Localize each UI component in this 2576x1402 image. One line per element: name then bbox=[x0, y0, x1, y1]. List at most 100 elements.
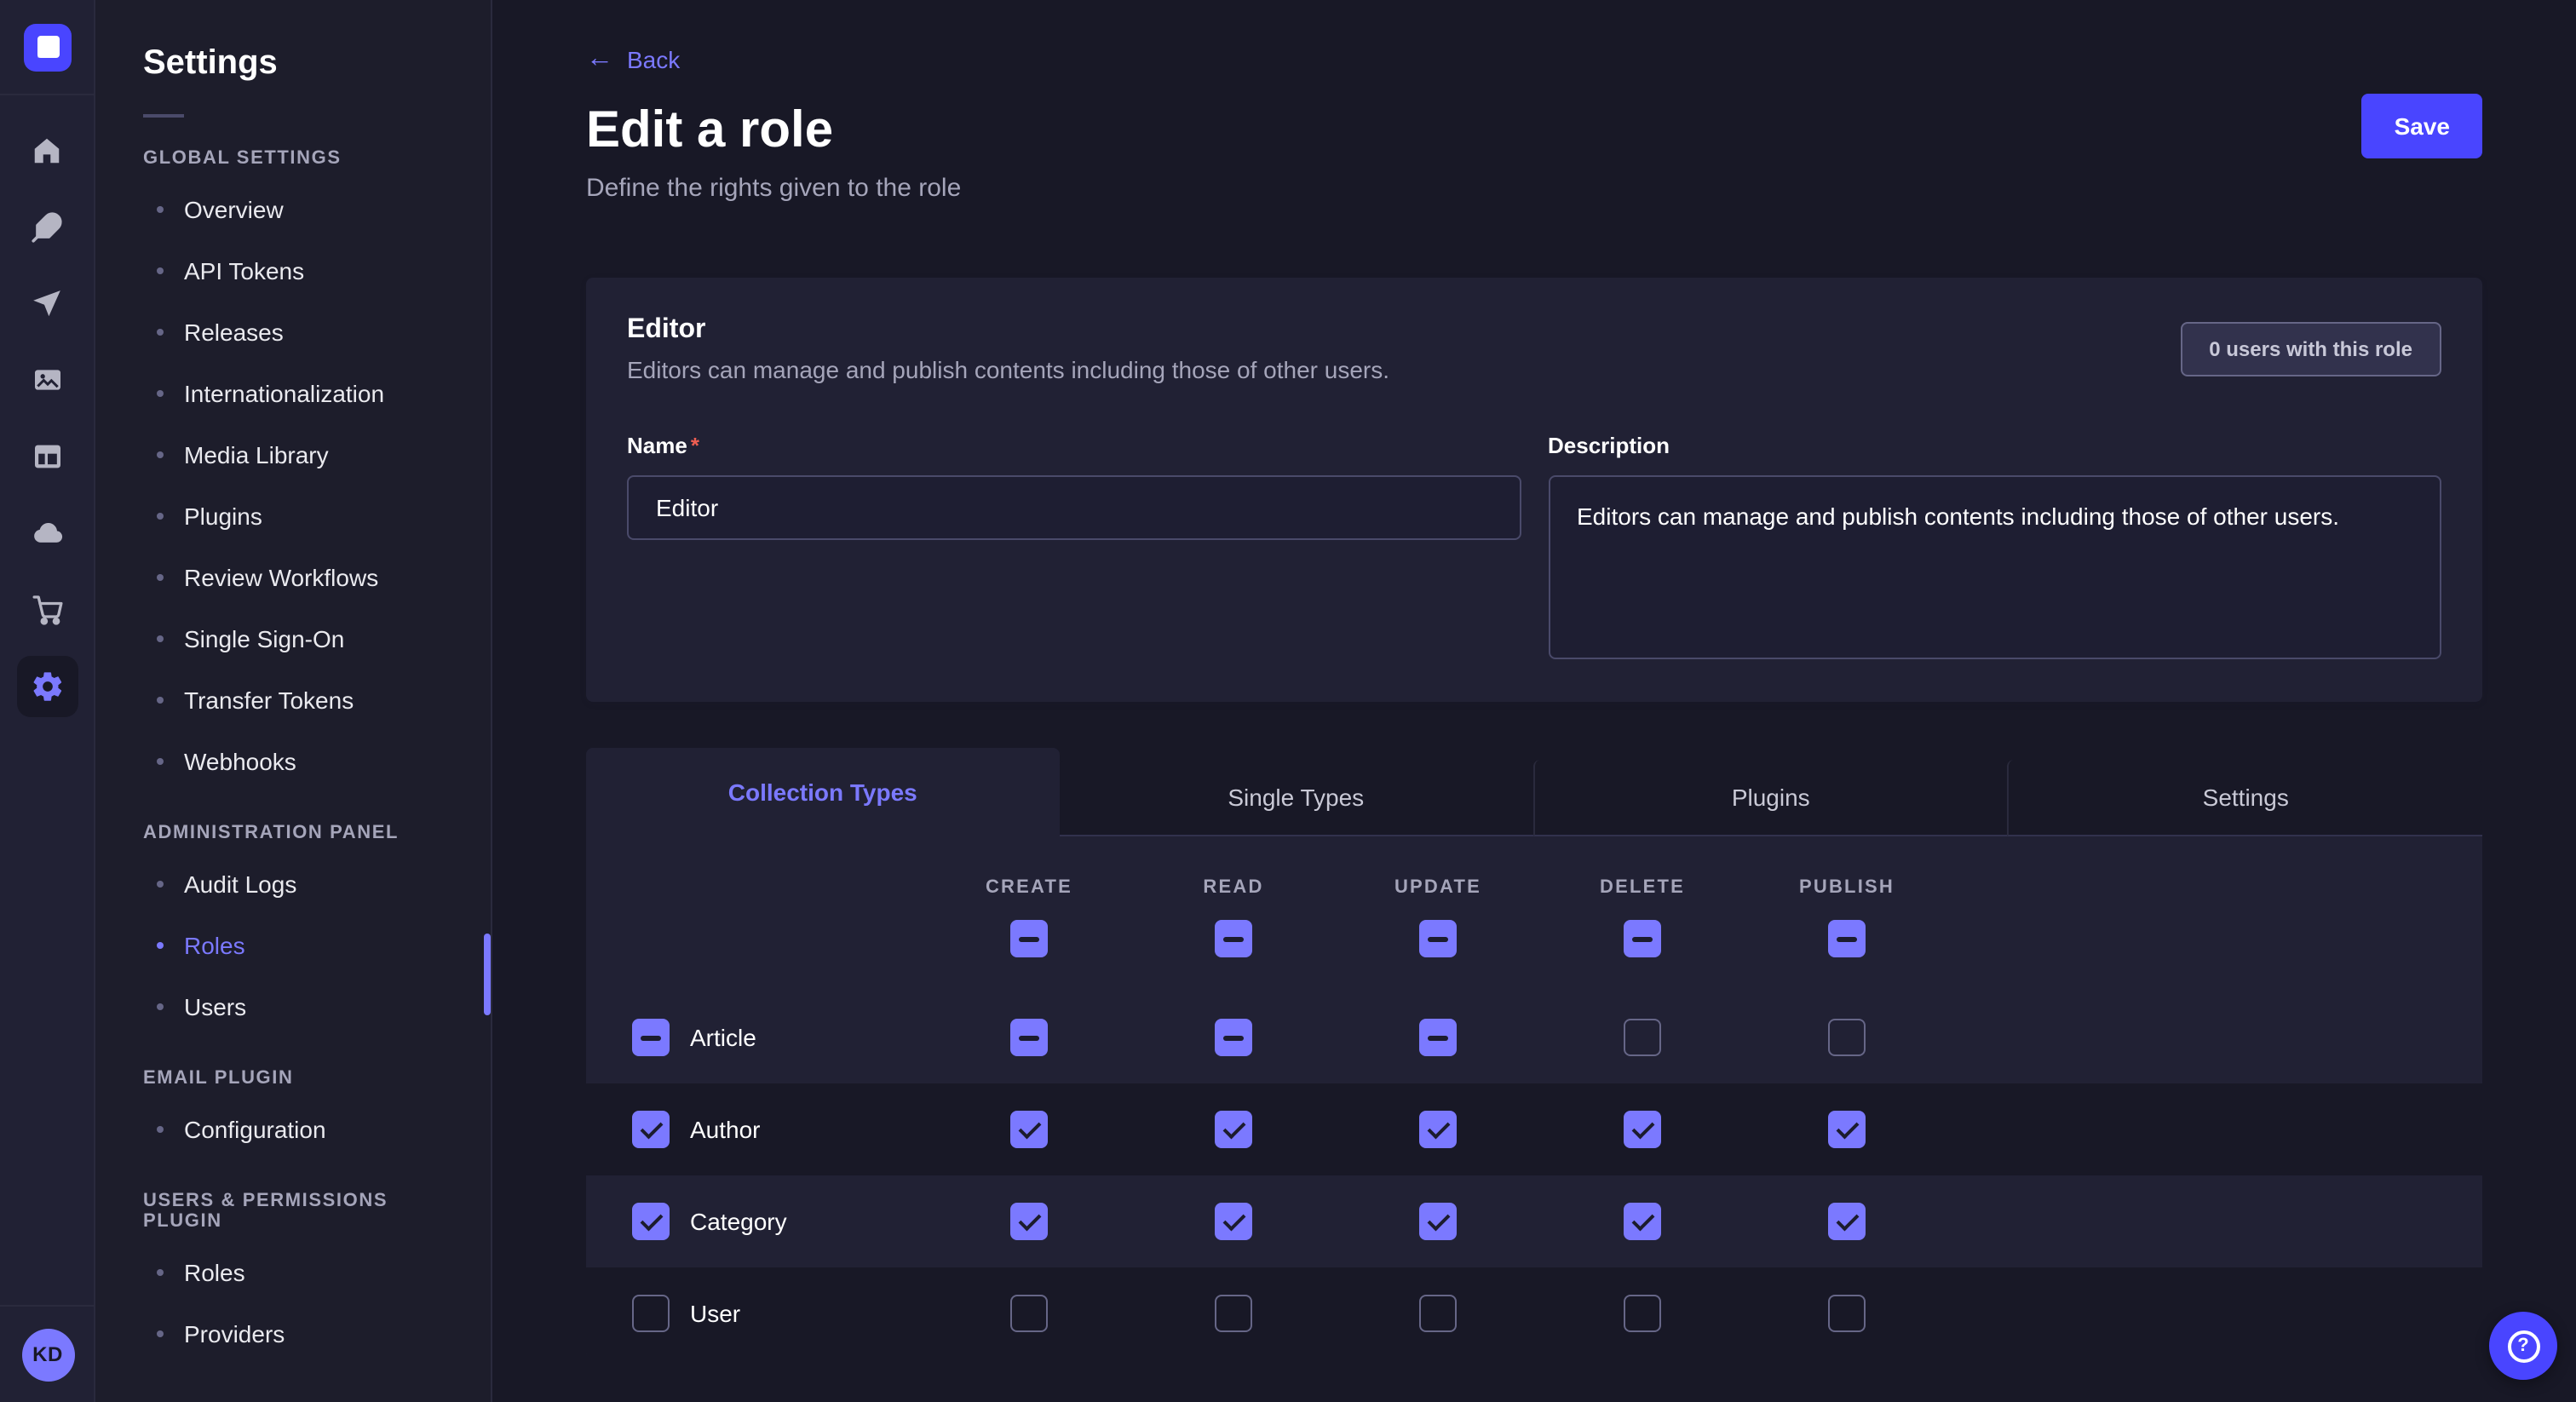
subnav-section-title: EMAIL PLUGIN bbox=[143, 1068, 443, 1089]
row-checkbox-user[interactable] bbox=[632, 1295, 670, 1332]
author-update-checkbox[interactable] bbox=[1419, 1111, 1457, 1148]
sidebar-media-library-button[interactable] bbox=[16, 349, 78, 411]
subnav-item-label: Releases bbox=[184, 319, 284, 346]
subnav-item-releases[interactable]: Releases bbox=[95, 302, 491, 363]
row-checkbox-article[interactable] bbox=[632, 1019, 670, 1056]
sidebar-content-type-builder-button[interactable] bbox=[16, 426, 78, 487]
tab-settings[interactable]: Settings bbox=[2008, 760, 2483, 836]
subnav-item-plugins[interactable]: Plugins bbox=[95, 486, 491, 547]
subnav-item-label: Users bbox=[184, 993, 246, 1020]
user-delete-checkbox[interactable] bbox=[1624, 1295, 1661, 1332]
bullet-icon bbox=[157, 267, 164, 274]
sidebar-deploy-button[interactable] bbox=[16, 503, 78, 564]
back-label: Back bbox=[627, 46, 680, 73]
tab-plugins[interactable]: Plugins bbox=[1532, 760, 2008, 836]
subnav-item-label: Overview bbox=[184, 196, 284, 223]
bullet-icon bbox=[157, 881, 164, 888]
subnav-section-title: USERS & PERMISSIONS PLUGIN bbox=[143, 1191, 443, 1232]
workspace-logo-button[interactable] bbox=[0, 0, 95, 95]
bullet-icon bbox=[157, 451, 164, 458]
subnav-item-webhooks[interactable]: Webhooks bbox=[95, 731, 491, 792]
subnav-item-users[interactable]: Users bbox=[95, 976, 491, 1037]
article-read-checkbox[interactable] bbox=[1215, 1019, 1252, 1056]
subnav-section-title: GLOBAL SETTINGS bbox=[143, 148, 443, 169]
name-field-label: Name* bbox=[627, 433, 699, 458]
user-publish-checkbox[interactable] bbox=[1828, 1295, 1866, 1332]
category-publish-checkbox[interactable] bbox=[1828, 1203, 1866, 1240]
select-all-read-checkbox[interactable] bbox=[1215, 920, 1252, 957]
column-header-create: CREATE bbox=[986, 877, 1072, 898]
article-create-checkbox[interactable] bbox=[1010, 1019, 1048, 1056]
bullet-icon bbox=[157, 329, 164, 336]
article-update-checkbox[interactable] bbox=[1419, 1019, 1457, 1056]
subnav-item-label: Plugins bbox=[184, 503, 262, 530]
row-label[interactable]: User bbox=[690, 1300, 740, 1327]
select-all-delete-checkbox[interactable] bbox=[1624, 920, 1661, 957]
subnav-item-review-workflows[interactable]: Review Workflows bbox=[95, 547, 491, 608]
subnav-section-title: ADMINISTRATION PANEL bbox=[143, 823, 443, 843]
article-delete-checkbox[interactable] bbox=[1624, 1019, 1661, 1056]
subnav-item-api-tokens[interactable]: API Tokens bbox=[95, 240, 491, 302]
back-link[interactable]: ← Back bbox=[586, 46, 680, 73]
subnav-section-email-plugin: EMAIL PLUGIN Configuration bbox=[95, 1068, 491, 1160]
row-checkbox-category[interactable] bbox=[632, 1203, 670, 1240]
sidebar-home-button[interactable] bbox=[16, 119, 78, 181]
subnav-item-roles-up[interactable]: Roles bbox=[95, 1242, 491, 1303]
subnav-item-internationalization[interactable]: Internationalization bbox=[95, 363, 491, 424]
subnav-section-users-permissions-plugin: USERS & PERMISSIONS PLUGIN Roles Provide… bbox=[95, 1191, 491, 1365]
bullet-icon bbox=[157, 697, 164, 704]
select-all-create-checkbox[interactable] bbox=[1010, 920, 1048, 957]
subnav-item-label: Providers bbox=[184, 1320, 285, 1347]
subnav-item-label: Roles bbox=[184, 932, 245, 959]
row-label[interactable]: Category bbox=[690, 1208, 787, 1235]
category-create-checkbox[interactable] bbox=[1010, 1203, 1048, 1240]
description-textarea[interactable]: Editors can manage and publish contents … bbox=[1548, 475, 2441, 659]
subnav-item-single-sign-on[interactable]: Single Sign-On bbox=[95, 608, 491, 669]
sidebar-releases-button[interactable] bbox=[16, 273, 78, 334]
author-read-checkbox[interactable] bbox=[1215, 1111, 1252, 1148]
bullet-icon bbox=[157, 758, 164, 765]
column-header-delete: DELETE bbox=[1600, 877, 1685, 898]
name-input[interactable] bbox=[627, 475, 1521, 540]
article-publish-checkbox[interactable] bbox=[1828, 1019, 1866, 1056]
category-delete-checkbox[interactable] bbox=[1624, 1203, 1661, 1240]
row-label[interactable]: Author bbox=[690, 1116, 761, 1143]
page-subtitle: Define the rights given to the role bbox=[586, 174, 2482, 203]
permissions-table: CREATE READ UPDATE DELETE PUBLISH Articl… bbox=[586, 836, 2482, 1359]
sidebar-content-manager-button[interactable] bbox=[16, 196, 78, 257]
tab-single-types[interactable]: Single Types bbox=[1060, 760, 1533, 836]
category-read-checkbox[interactable] bbox=[1215, 1203, 1252, 1240]
tab-collection-types[interactable]: Collection Types bbox=[586, 748, 1060, 836]
user-read-checkbox[interactable] bbox=[1215, 1295, 1252, 1332]
users-with-role-badge[interactable]: 0 users with this role bbox=[2180, 322, 2441, 376]
subnav-item-providers[interactable]: Providers bbox=[95, 1303, 491, 1365]
subnav-scrollbar-thumb[interactable] bbox=[484, 934, 491, 1015]
gear-icon bbox=[30, 669, 64, 704]
table-row-author: Author bbox=[586, 1083, 2482, 1175]
permissions-table-header: CREATE READ UPDATE DELETE PUBLISH bbox=[586, 836, 2482, 991]
subnav-item-label: API Tokens bbox=[184, 257, 304, 284]
help-button[interactable]: ? bbox=[2489, 1312, 2557, 1380]
subnav-item-audit-logs[interactable]: Audit Logs bbox=[95, 853, 491, 915]
row-checkbox-author[interactable] bbox=[632, 1111, 670, 1148]
author-create-checkbox[interactable] bbox=[1010, 1111, 1048, 1148]
author-delete-checkbox[interactable] bbox=[1624, 1111, 1661, 1148]
user-create-checkbox[interactable] bbox=[1010, 1295, 1048, 1332]
row-label[interactable]: Article bbox=[690, 1024, 756, 1051]
subnav-item-transfer-tokens[interactable]: Transfer Tokens bbox=[95, 669, 491, 731]
feather-icon bbox=[31, 210, 63, 243]
subnav-item-overview[interactable]: Overview bbox=[95, 179, 491, 240]
category-update-checkbox[interactable] bbox=[1419, 1203, 1457, 1240]
sidebar-settings-button[interactable] bbox=[16, 656, 78, 717]
subnav-item-roles-admin[interactable]: Roles bbox=[95, 915, 491, 976]
subnav-item-configuration[interactable]: Configuration bbox=[95, 1099, 491, 1160]
user-avatar[interactable]: KD bbox=[21, 1328, 74, 1381]
select-all-update-checkbox[interactable] bbox=[1419, 920, 1457, 957]
user-update-checkbox[interactable] bbox=[1419, 1295, 1457, 1332]
save-button[interactable]: Save bbox=[2362, 94, 2482, 158]
cloud-icon bbox=[30, 516, 64, 550]
sidebar-marketplace-button[interactable] bbox=[16, 579, 78, 641]
author-publish-checkbox[interactable] bbox=[1828, 1111, 1866, 1148]
select-all-publish-checkbox[interactable] bbox=[1828, 920, 1866, 957]
subnav-item-media-library[interactable]: Media Library bbox=[95, 424, 491, 486]
